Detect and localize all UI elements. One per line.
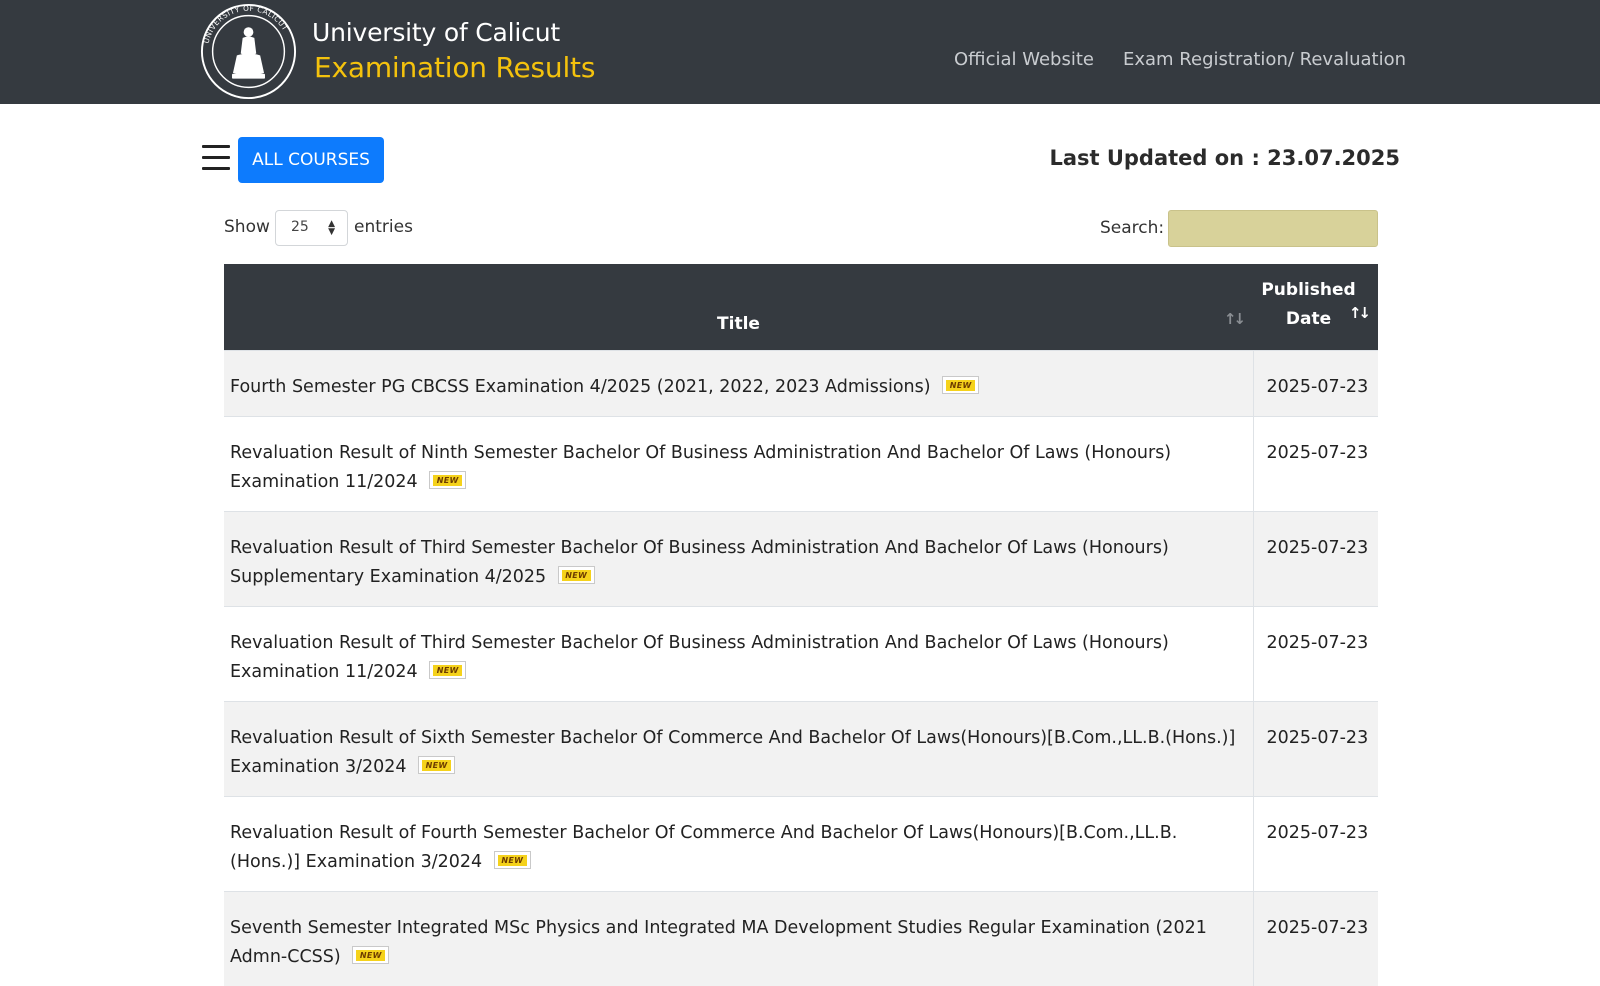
- nav-exam-registration-link[interactable]: Exam Registration/ Revaluation: [1123, 49, 1406, 70]
- published-date-cell: 2025-07-23: [1253, 415, 1378, 511]
- published-date-cell: 2025-07-23: [1253, 700, 1378, 796]
- column-header-published-date[interactable]: Published Date ↑↓: [1253, 264, 1378, 350]
- result-title-link[interactable]: Revaluation Result of Third Semester Bac…: [230, 633, 1169, 682]
- column-header-title-label: Title: [717, 313, 760, 334]
- published-date-cell: 2025-07-23: [1253, 605, 1378, 701]
- new-badge-label: NEW: [433, 664, 463, 676]
- result-title-cell: Revaluation Result of Sixth Semester Bac…: [224, 700, 1254, 796]
- all-courses-button[interactable]: ALL COURSES: [238, 137, 384, 183]
- search-input[interactable]: [1168, 210, 1378, 247]
- published-date-cell: 2025-07-23: [1253, 795, 1378, 891]
- table-row: Revaluation Result of Ninth Semester Bac…: [224, 415, 1378, 511]
- result-title-link[interactable]: Fourth Semester PG CBCSS Examination 4/2…: [230, 377, 931, 397]
- result-title-link[interactable]: Revaluation Result of Sixth Semester Bac…: [230, 728, 1235, 777]
- column-header-date-line1: Published: [1261, 279, 1356, 300]
- published-date-cell: 2025-07-23: [1253, 510, 1378, 606]
- table-row: Fourth Semester PG CBCSS Examination 4/2…: [224, 349, 1378, 416]
- result-title-cell: Revaluation Result of Third Semester Bac…: [224, 510, 1254, 606]
- result-title-cell: Seventh Semester Integrated MSc Physics …: [224, 890, 1254, 986]
- new-badge-icon: NEW: [429, 470, 467, 489]
- nav-official-website-link[interactable]: Official Website: [954, 49, 1094, 70]
- new-badge-icon: NEW: [942, 375, 980, 394]
- table-row: Seventh Semester Integrated MSc Physics …: [224, 890, 1378, 986]
- new-badge-label: NEW: [433, 474, 463, 486]
- new-badge-icon: NEW: [418, 755, 456, 774]
- select-arrows-icon: ▲ ▼: [328, 219, 335, 237]
- published-date-cell: 2025-07-23: [1253, 349, 1378, 416]
- university-name: University of Calicut: [312, 18, 560, 47]
- result-title-link[interactable]: Revaluation Result of Fourth Semester Ba…: [230, 823, 1177, 872]
- entries-select-value: 25: [291, 219, 309, 235]
- search-label: Search:: [1100, 218, 1165, 238]
- new-badge-label: NEW: [356, 949, 386, 961]
- site-subtitle: Examination Results: [314, 51, 596, 84]
- new-badge-icon: NEW: [557, 565, 595, 584]
- entries-label: entries: [354, 217, 413, 237]
- published-date-cell: 2025-07-23: [1253, 890, 1378, 986]
- sort-arrows-icon[interactable]: ↑↓: [1224, 310, 1246, 328]
- hamburger-menu-icon[interactable]: [202, 145, 230, 173]
- sort-descending-icon[interactable]: ↑↓: [1349, 299, 1371, 328]
- table-header-row: Title ↑↓ Published Date ↑↓: [224, 264, 1378, 350]
- last-updated-text: Last Updated on : 23.07.2025: [1049, 146, 1400, 170]
- menu-bar: [202, 167, 230, 170]
- menu-bar: [202, 145, 230, 148]
- table-body: Fourth Semester PG CBCSS Examination 4/2…: [224, 349, 1378, 986]
- result-title-link[interactable]: Revaluation Result of Ninth Semester Bac…: [230, 443, 1171, 492]
- new-badge-label: NEW: [946, 379, 976, 391]
- new-badge-icon: NEW: [352, 945, 390, 964]
- result-title-cell: Revaluation Result of Fourth Semester Ba…: [224, 795, 1254, 891]
- column-header-date-line2: Date: [1285, 308, 1332, 329]
- column-header-title[interactable]: Title ↑↓: [224, 264, 1253, 350]
- table-row: Revaluation Result of Sixth Semester Bac…: [224, 700, 1378, 796]
- university-seal-logo-icon[interactable]: UNIVERSITY OF CALICUT: [200, 3, 297, 100]
- entries-per-page-select[interactable]: 25 ▲ ▼: [275, 210, 348, 246]
- new-badge-icon: NEW: [429, 660, 467, 679]
- new-badge-label: NEW: [422, 759, 452, 771]
- menu-bar: [202, 156, 230, 159]
- show-label: Show: [224, 217, 270, 237]
- result-title-cell: Fourth Semester PG CBCSS Examination 4/2…: [224, 349, 1254, 416]
- result-title-cell: Revaluation Result of Third Semester Bac…: [224, 605, 1254, 701]
- results-table: Title ↑↓ Published Date ↑↓ Fourth Semest…: [224, 264, 1378, 986]
- new-badge-icon: NEW: [493, 850, 531, 869]
- result-title-link[interactable]: Revaluation Result of Third Semester Bac…: [230, 538, 1169, 587]
- result-title-cell: Revaluation Result of Ninth Semester Bac…: [224, 415, 1254, 511]
- top-navbar: UNIVERSITY OF CALICUT University of Cali…: [0, 0, 1600, 104]
- new-badge-label: NEW: [497, 854, 527, 866]
- table-row: Revaluation Result of Third Semester Bac…: [224, 510, 1378, 606]
- new-badge-label: NEW: [561, 569, 591, 581]
- table-row: Revaluation Result of Third Semester Bac…: [224, 605, 1378, 701]
- table-row: Revaluation Result of Fourth Semester Ba…: [224, 795, 1378, 891]
